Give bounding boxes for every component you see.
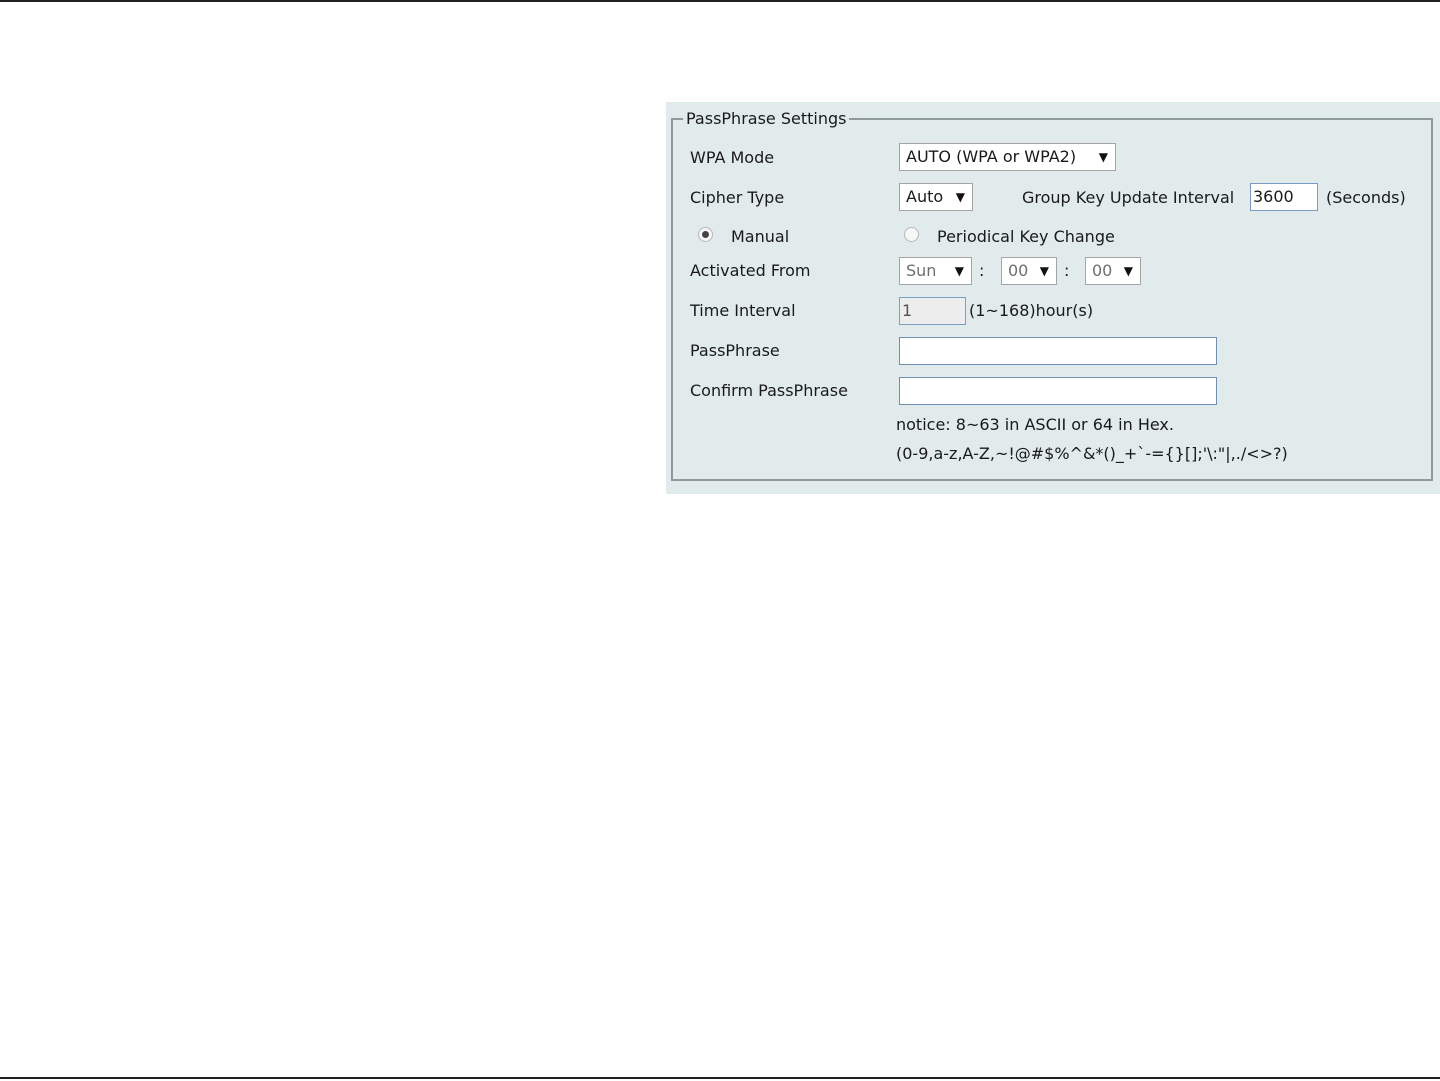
activated-hour-value: 00 xyxy=(1008,261,1029,280)
activated-from-label: Activated From xyxy=(690,261,811,280)
cipher-type-select[interactable]: Auto ▼ xyxy=(899,183,973,211)
activated-minute-value: 00 xyxy=(1092,261,1113,280)
periodical-key-change-radio[interactable] xyxy=(904,227,919,242)
periodical-key-change-label[interactable]: Periodical Key Change xyxy=(937,226,1115,248)
top-rule xyxy=(0,0,1440,2)
activated-day-value: Sun xyxy=(906,261,937,280)
chevron-down-icon: ▼ xyxy=(955,190,965,204)
chevron-down-icon: ▼ xyxy=(1098,150,1108,164)
bottom-rule xyxy=(0,1077,1440,1079)
notice-text: notice: 8~63 in ASCII or 64 in Hex. xyxy=(896,415,1174,434)
confirm-passphrase-input[interactable] xyxy=(899,377,1217,405)
time-interval-label: Time Interval xyxy=(690,301,796,320)
confirm-passphrase-label: Confirm PassPhrase xyxy=(690,381,848,400)
manual-radio[interactable] xyxy=(698,227,713,242)
chevron-down-icon: ▼ xyxy=(1123,264,1133,278)
time-interval-input[interactable]: 1 xyxy=(899,297,966,325)
activated-hour-select[interactable]: 00 ▼ xyxy=(1001,257,1057,285)
passphrase-label: PassPhrase xyxy=(690,341,780,360)
group-key-interval-input[interactable]: 3600 xyxy=(1250,183,1318,211)
passphrase-settings-panel: PassPhrase Settings WPA Mode AUTO (WPA o… xyxy=(666,102,1440,494)
manual-radio-label[interactable]: Manual xyxy=(731,226,789,248)
group-key-interval-label: Group Key Update Interval xyxy=(1022,188,1235,207)
chevron-down-icon: ▼ xyxy=(1039,264,1049,278)
fieldset-legend: PassPhrase Settings xyxy=(683,107,850,131)
chevron-down-icon: ▼ xyxy=(954,264,964,278)
passphrase-input[interactable] xyxy=(899,337,1217,365)
allowed-characters-text: (0-9,a-z,A-Z,~!@#$%^&*()_+`-={}[];'\:"|,… xyxy=(896,444,1288,463)
group-key-unit: (Seconds) xyxy=(1326,188,1406,207)
manual-page: PassPhrase Settings WPA Mode AUTO (WPA o… xyxy=(0,0,1440,1081)
time-separator: : xyxy=(1064,261,1070,280)
time-interval-range: (1~168)hour(s) xyxy=(969,301,1094,320)
activated-day-select[interactable]: Sun ▼ xyxy=(899,257,972,285)
cipher-type-value: Auto xyxy=(906,187,944,206)
wpa-mode-label: WPA Mode xyxy=(690,148,775,167)
cipher-type-label: Cipher Type xyxy=(690,188,785,207)
wpa-mode-value: AUTO (WPA or WPA2) xyxy=(906,147,1077,166)
activated-minute-select[interactable]: 00 ▼ xyxy=(1085,257,1141,285)
time-separator: : xyxy=(979,261,985,280)
wpa-mode-select[interactable]: AUTO (WPA or WPA2) ▼ xyxy=(899,143,1116,171)
